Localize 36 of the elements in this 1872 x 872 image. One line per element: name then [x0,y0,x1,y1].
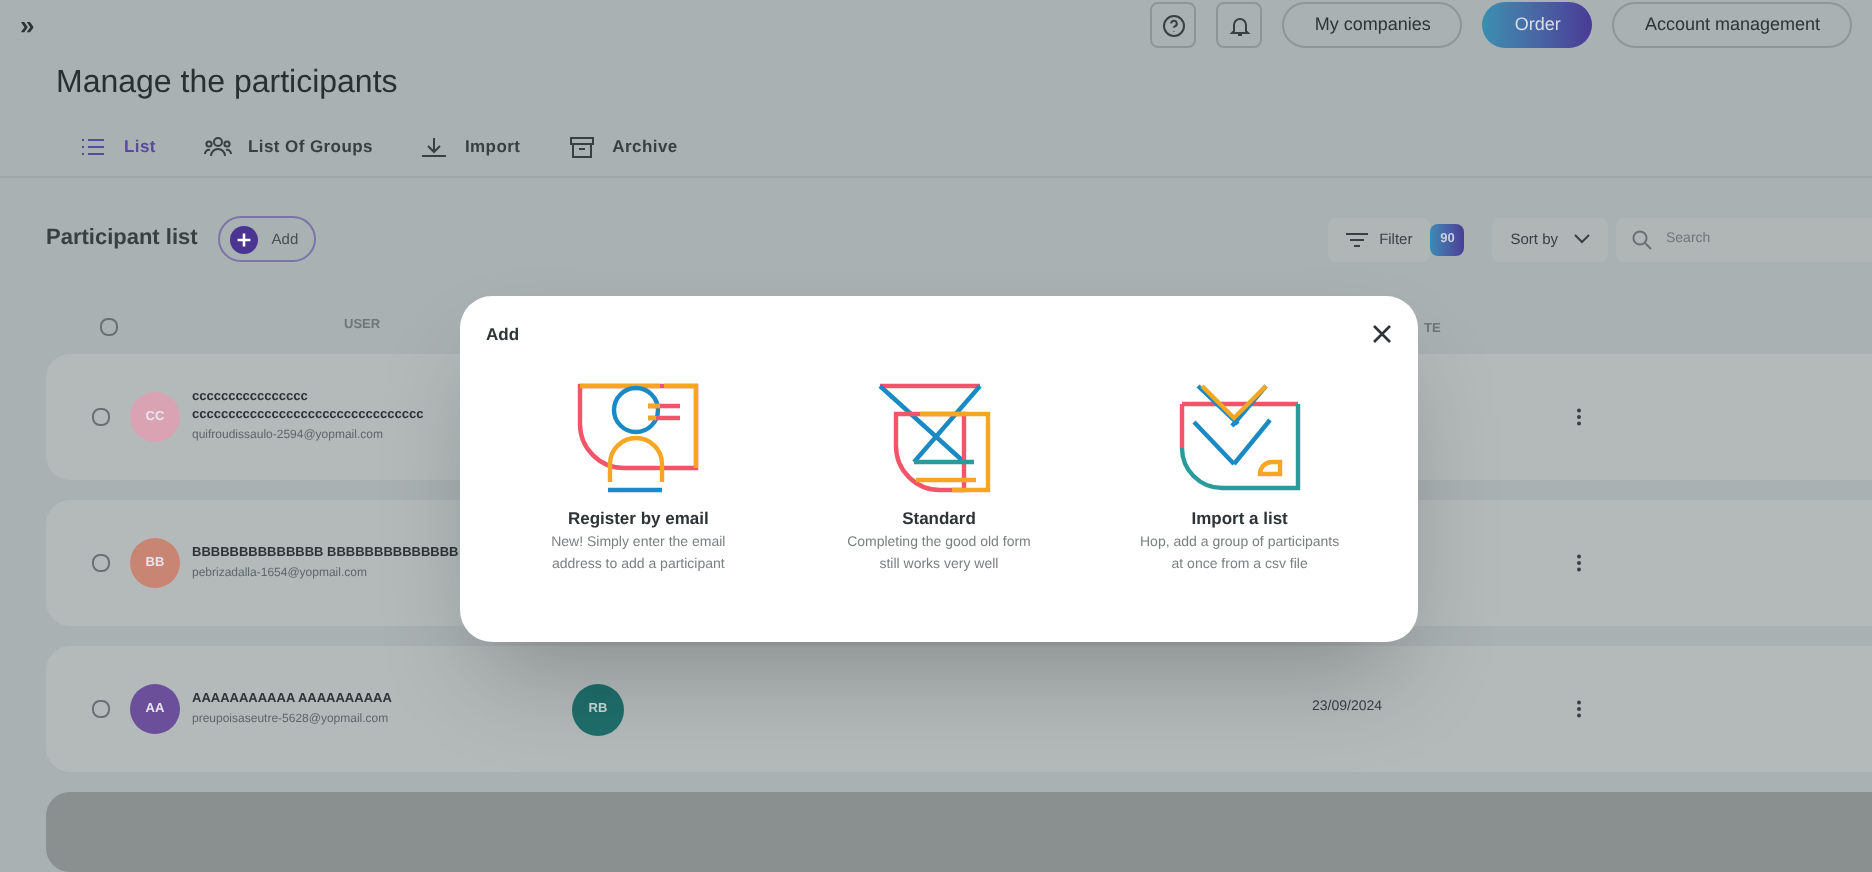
option-title[interactable]: Standard [902,505,976,531]
topbar-button[interactable]: Account management [1612,2,1852,49]
tab[interactable]: List Of Groups [203,134,373,160]
checkbox[interactable] [92,408,110,426]
close-icon[interactable] [1372,324,1392,345]
tab[interactable]: Archive [568,134,678,160]
download-icon [420,135,449,158]
import-illustration-icon[interactable] [1177,381,1302,494]
option-title[interactable]: Import a list [1191,505,1288,531]
tab[interactable]: List [80,134,156,160]
section-title: Participant list [46,224,198,255]
tab[interactable]: Import [420,134,521,160]
more-options-icon[interactable] [1576,554,1582,572]
help-icon [1161,13,1186,38]
page-title: Manage the participants [56,63,398,104]
help-button[interactable] [1150,2,1197,49]
expand-sidebar-icon[interactable]: » [20,12,35,39]
checkbox[interactable] [92,554,110,572]
bell-icon [1227,13,1252,38]
group-icon [203,135,232,158]
chevron-down-icon [1574,234,1590,245]
list-icon [80,135,108,158]
email-illustration-icon[interactable] [576,381,701,494]
option-title[interactable]: Register by email [567,505,709,531]
checkbox[interactable] [100,317,118,336]
more-options-icon[interactable] [1576,700,1582,718]
order-button[interactable]: Order [1482,2,1593,49]
search-icon [1632,229,1652,250]
filter-icon [1345,231,1368,248]
more-options-icon[interactable] [1576,408,1582,426]
topbar-button[interactable]: My companies [1282,2,1463,49]
archive-icon [568,135,597,158]
plus-icon [229,225,258,254]
checkbox[interactable] [92,700,110,718]
notifications-button[interactable] [1216,2,1263,49]
dialog-title: Add [486,322,520,348]
